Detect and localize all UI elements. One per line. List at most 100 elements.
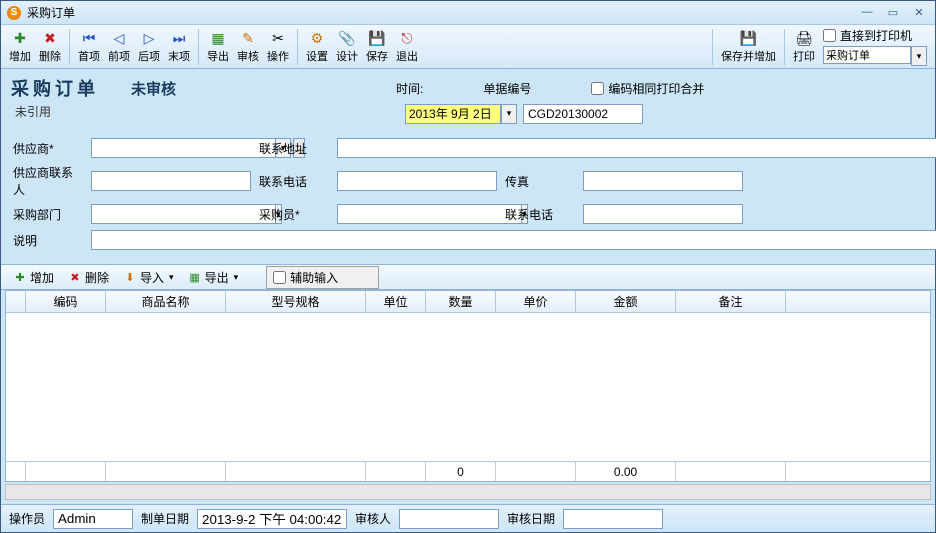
grid-body[interactable] bbox=[6, 313, 930, 461]
operate-button[interactable]: ✂操作 bbox=[263, 27, 293, 66]
horizontal-scrollbar[interactable] bbox=[5, 484, 931, 500]
app-window: S 采购订单 — ▭ ✕ ✚增加 ✖删除 ⏮首项 ◁前项 ▷后项 ⏭末项 ▦导出… bbox=[0, 0, 936, 533]
last-icon: ⏭ bbox=[170, 29, 188, 47]
grid-total-3 bbox=[366, 462, 426, 481]
dept-input[interactable] bbox=[91, 204, 275, 224]
grid-add-button[interactable]: ✚增加 bbox=[7, 267, 60, 288]
save-button[interactable]: 💾保存 bbox=[362, 27, 392, 66]
grid-total-0 bbox=[26, 462, 106, 481]
grid-col-0[interactable]: 编码 bbox=[26, 291, 106, 312]
next-button[interactable]: ▷后项 bbox=[134, 27, 164, 66]
grid-delete-button[interactable]: ✖删除 bbox=[62, 267, 115, 288]
last-button[interactable]: ⏭末项 bbox=[164, 27, 194, 66]
grid-header: 编码商品名称型号规格单位数量单价金额备注 bbox=[6, 291, 930, 313]
audit-date-field[interactable] bbox=[563, 509, 663, 529]
export-icon: ▦ bbox=[209, 29, 227, 47]
status-bar: 操作员 制单日期 审核人 审核日期 bbox=[1, 504, 935, 532]
add-button[interactable]: ✚增加 bbox=[5, 27, 35, 66]
ref-status: 未引用 bbox=[15, 103, 405, 120]
direct-print-checkbox[interactable]: 直接到打印机 bbox=[823, 27, 927, 44]
grid-col-2[interactable]: 型号规格 bbox=[226, 291, 366, 312]
close-button[interactable]: ✕ bbox=[909, 6, 929, 20]
design-button[interactable]: 📎设计 bbox=[332, 27, 362, 66]
first-button[interactable]: ⏮首项 bbox=[74, 27, 104, 66]
grid-col-6[interactable]: 金额 bbox=[576, 291, 676, 312]
grid-import-button[interactable]: ⬇导入▾ bbox=[117, 267, 180, 288]
grid-total-7 bbox=[676, 462, 786, 481]
create-date-field[interactable] bbox=[197, 509, 347, 529]
app-icon: S bbox=[7, 6, 21, 20]
next-icon: ▷ bbox=[140, 29, 158, 47]
grid-footer: 00.00 bbox=[6, 461, 930, 481]
save-and-add-button[interactable]: 💾保存并增加 bbox=[717, 27, 780, 66]
print-template-combo[interactable] bbox=[823, 46, 911, 64]
fax-input[interactable] bbox=[583, 171, 743, 191]
operator-label: 操作员 bbox=[9, 510, 45, 527]
minimize-button[interactable]: — bbox=[857, 6, 877, 20]
grid-toolbar: ✚增加 ✖删除 ⬇导入▾ ▦导出▾ 辅助输入 bbox=[1, 264, 935, 290]
time-label: 时间: bbox=[396, 80, 423, 97]
prev-icon: ◁ bbox=[110, 29, 128, 47]
exit-button[interactable]: ⎋退出 bbox=[392, 27, 422, 66]
docno-label: 单据编号 bbox=[483, 80, 531, 97]
delete-button[interactable]: ✖删除 bbox=[35, 27, 65, 66]
contact-addr-label: 联系地址 bbox=[259, 140, 329, 157]
maximize-button[interactable]: ▭ bbox=[883, 6, 903, 20]
supplier-label: 供应商* bbox=[13, 140, 83, 157]
grid-col-1[interactable]: 商品名称 bbox=[106, 291, 226, 312]
settings-button[interactable]: ⚙设置 bbox=[302, 27, 332, 66]
buyer-input[interactable] bbox=[337, 204, 521, 224]
form-grid: 供应商* ▾… 联系地址 供应商联系人 联系电话 传真 采购部门 ▾ 采购员* … bbox=[11, 134, 925, 254]
export-icon: ▦ bbox=[188, 270, 202, 284]
grid-total-5 bbox=[496, 462, 576, 481]
grid-row-selector-header[interactable] bbox=[6, 291, 26, 312]
dept-label: 采购部门 bbox=[13, 206, 83, 223]
fax-label: 传真 bbox=[505, 173, 575, 190]
audit-button[interactable]: ✎审核 bbox=[233, 27, 263, 66]
create-date-label: 制单日期 bbox=[141, 510, 189, 527]
desc-input[interactable] bbox=[91, 230, 936, 250]
contact-addr-input[interactable] bbox=[337, 138, 936, 158]
exit-icon: ⎋ bbox=[398, 29, 416, 47]
contact-phone-input[interactable] bbox=[337, 171, 497, 191]
save-icon: 💾 bbox=[368, 29, 386, 47]
grid-col-7[interactable]: 备注 bbox=[676, 291, 786, 312]
supplier-contact-label: 供应商联系人 bbox=[13, 164, 83, 198]
grid-total-6: 0.00 bbox=[576, 462, 676, 481]
audit-date-label: 审核日期 bbox=[507, 510, 555, 527]
print-button[interactable]: 🖨打印 bbox=[789, 27, 819, 66]
grid-col-4[interactable]: 数量 bbox=[426, 291, 496, 312]
grid-export-button[interactable]: ▦导出▾ bbox=[182, 267, 245, 288]
export-button[interactable]: ▦导出 bbox=[203, 27, 233, 66]
data-grid: 编码商品名称型号规格单位数量单价金额备注 00.00 bbox=[5, 290, 931, 482]
merge-print-checkbox[interactable]: 编码相同打印合并 bbox=[591, 80, 704, 97]
import-icon: ⬇ bbox=[123, 270, 137, 284]
prev-button[interactable]: ◁前项 bbox=[104, 27, 134, 66]
buyer-label: 采购员* bbox=[259, 206, 329, 223]
supplier-contact-input[interactable] bbox=[91, 171, 251, 191]
window-title: 采购订单 bbox=[27, 4, 857, 21]
contact-phone2-label: 联系电话 bbox=[505, 206, 575, 223]
audit-status: 未审核 bbox=[131, 78, 176, 99]
auditor-field[interactable] bbox=[399, 509, 499, 529]
print-icon: 🖨 bbox=[795, 29, 813, 47]
x-icon: ✖ bbox=[68, 270, 82, 284]
date-picker-button[interactable]: ▾ bbox=[501, 104, 517, 124]
doc-number-field[interactable]: CGD20130002 bbox=[523, 104, 643, 124]
contact-phone2-input[interactable] bbox=[583, 204, 743, 224]
grid-col-3[interactable]: 单位 bbox=[366, 291, 426, 312]
gear-icon: ⚙ bbox=[308, 29, 326, 47]
supplier-input[interactable] bbox=[91, 138, 275, 158]
plus-icon: ✚ bbox=[13, 270, 27, 284]
aux-input-checkbox[interactable]: 辅助输入 bbox=[266, 266, 379, 289]
operator-field[interactable] bbox=[53, 509, 133, 529]
grid-col-5[interactable]: 单价 bbox=[496, 291, 576, 312]
tools-icon: ✂ bbox=[269, 29, 287, 47]
print-template-dropdown[interactable]: ▾ bbox=[911, 46, 927, 66]
date-field[interactable]: 2013年 9月 2日 bbox=[405, 104, 501, 124]
grid-total-4: 0 bbox=[426, 462, 496, 481]
header-area: 采购订单 未审核 时间: 单据编号 编码相同打印合并 未引用 2013年 9月 … bbox=[1, 69, 935, 264]
desc-label: 说明 bbox=[13, 232, 83, 249]
grid-total-2 bbox=[226, 462, 366, 481]
titlebar: S 采购订单 — ▭ ✕ bbox=[1, 1, 935, 25]
